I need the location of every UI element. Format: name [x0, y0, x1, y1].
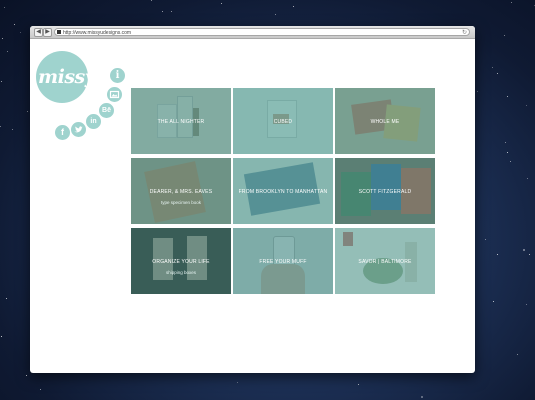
project-title: SAVOR | BALTIMORE	[358, 259, 412, 265]
star-dot	[527, 178, 528, 179]
star-dot	[293, 6, 294, 7]
star-dot	[20, 32, 21, 33]
star-dot	[151, 0, 152, 1]
twitter-icon[interactable]	[71, 122, 86, 137]
image-glyph-icon	[109, 90, 120, 99]
star-dot	[517, 354, 518, 355]
star-dot	[523, 249, 525, 251]
star-dot	[505, 142, 506, 143]
project-tile-organize-your-life[interactable]: ORGANIZE YOUR LIFE shipping boxes	[131, 228, 231, 294]
star-dot	[2, 38, 3, 39]
star-dot	[4, 7, 5, 8]
project-tile-all-nighter[interactable]: THE ALL NIGHTER	[131, 88, 231, 154]
project-title: DEARER, & MRS. EAVES	[149, 189, 213, 195]
star-dot	[421, 396, 423, 398]
url-text: http://www.missyudesigns.com	[63, 30, 132, 36]
star-dot	[162, 11, 163, 12]
star-dot	[497, 254, 498, 255]
star-dot	[492, 67, 493, 68]
star-dot	[1, 336, 2, 337]
star-dot	[529, 254, 530, 255]
star-dot	[507, 152, 508, 153]
star-dot	[27, 111, 28, 112]
star-dot	[26, 375, 27, 376]
portfolio-grid: THE ALL NIGHTER CUBED WHOLE ME DEARER, &…	[131, 88, 435, 294]
star-dot	[40, 389, 41, 390]
star-dot	[7, 51, 8, 52]
project-title: SCOTT FITZGERALD	[358, 189, 412, 195]
star-dot	[526, 105, 527, 106]
project-tile-free-your-muff[interactable]: FREE YOUR MUFF	[233, 228, 333, 294]
project-subtitle: type specimen book	[160, 200, 202, 205]
star-dot	[511, 2, 512, 3]
star-dot	[358, 384, 359, 385]
site-favicon-icon	[57, 30, 61, 34]
star-dot	[275, 14, 276, 15]
behance-icon[interactable]: Bē	[99, 103, 114, 118]
project-title: CUBED	[273, 119, 293, 125]
star-dot	[510, 161, 511, 162]
info-icon[interactable]: i	[110, 68, 125, 83]
project-title: WHOLE ME	[370, 119, 400, 125]
star-dot	[171, 11, 172, 12]
reload-icon[interactable]: ↻	[462, 29, 467, 37]
project-title: THE ALL NIGHTER	[157, 119, 205, 125]
facebook-icon[interactable]: f	[55, 125, 70, 140]
star-dot	[477, 91, 478, 92]
project-tile-scott-fitzgerald[interactable]: SCOTT FITZGERALD	[335, 158, 435, 224]
browser-toolbar: ◀ ▶ http://www.missyudesigns.com ↻	[30, 26, 475, 39]
star-dot	[497, 73, 498, 74]
twitter-bird-icon	[74, 126, 83, 133]
star-dot	[6, 298, 7, 299]
star-dot	[0, 126, 1, 127]
star-dot	[14, 24, 15, 25]
project-title: FROM BROOKLYN TO MANHATTAN	[238, 189, 328, 195]
star-dot	[507, 96, 508, 97]
browser-window: ◀ ▶ http://www.missyudesigns.com ↻ missy…	[30, 26, 475, 373]
star-dot	[493, 301, 494, 302]
back-button[interactable]: ◀	[34, 28, 43, 37]
project-tile-savor-baltimore[interactable]: SAVOR | BALTIMORE	[335, 228, 435, 294]
project-tile-dearer-mrs-eaves[interactable]: DEARER, & MRS. EAVES type specimen book	[131, 158, 231, 224]
project-tile-brooklyn-manhattan[interactable]: FROM BROOKLYN TO MANHATTAN	[233, 158, 333, 224]
star-dot	[1, 81, 2, 82]
project-tile-whole-me[interactable]: WHOLE ME	[335, 88, 435, 154]
site-logo[interactable]: missyu	[36, 51, 109, 103]
linkedin-icon[interactable]: in	[86, 114, 101, 129]
project-subtitle: shipping boxes	[165, 270, 197, 275]
star-dot	[526, 304, 527, 305]
project-tile-cubed[interactable]: CUBED	[233, 88, 333, 154]
star-dot	[504, 35, 505, 36]
star-dot	[485, 239, 486, 240]
star-dot	[237, 382, 238, 383]
project-title: FREE YOUR MUFF	[259, 259, 307, 265]
project-title: ORGANIZE YOUR LIFE	[152, 259, 210, 265]
forward-button[interactable]: ▶	[43, 28, 52, 37]
star-dot	[12, 129, 13, 130]
image-icon[interactable]	[107, 87, 122, 102]
address-bar[interactable]: http://www.missyudesigns.com ↻	[54, 28, 470, 36]
star-dot	[221, 3, 222, 4]
